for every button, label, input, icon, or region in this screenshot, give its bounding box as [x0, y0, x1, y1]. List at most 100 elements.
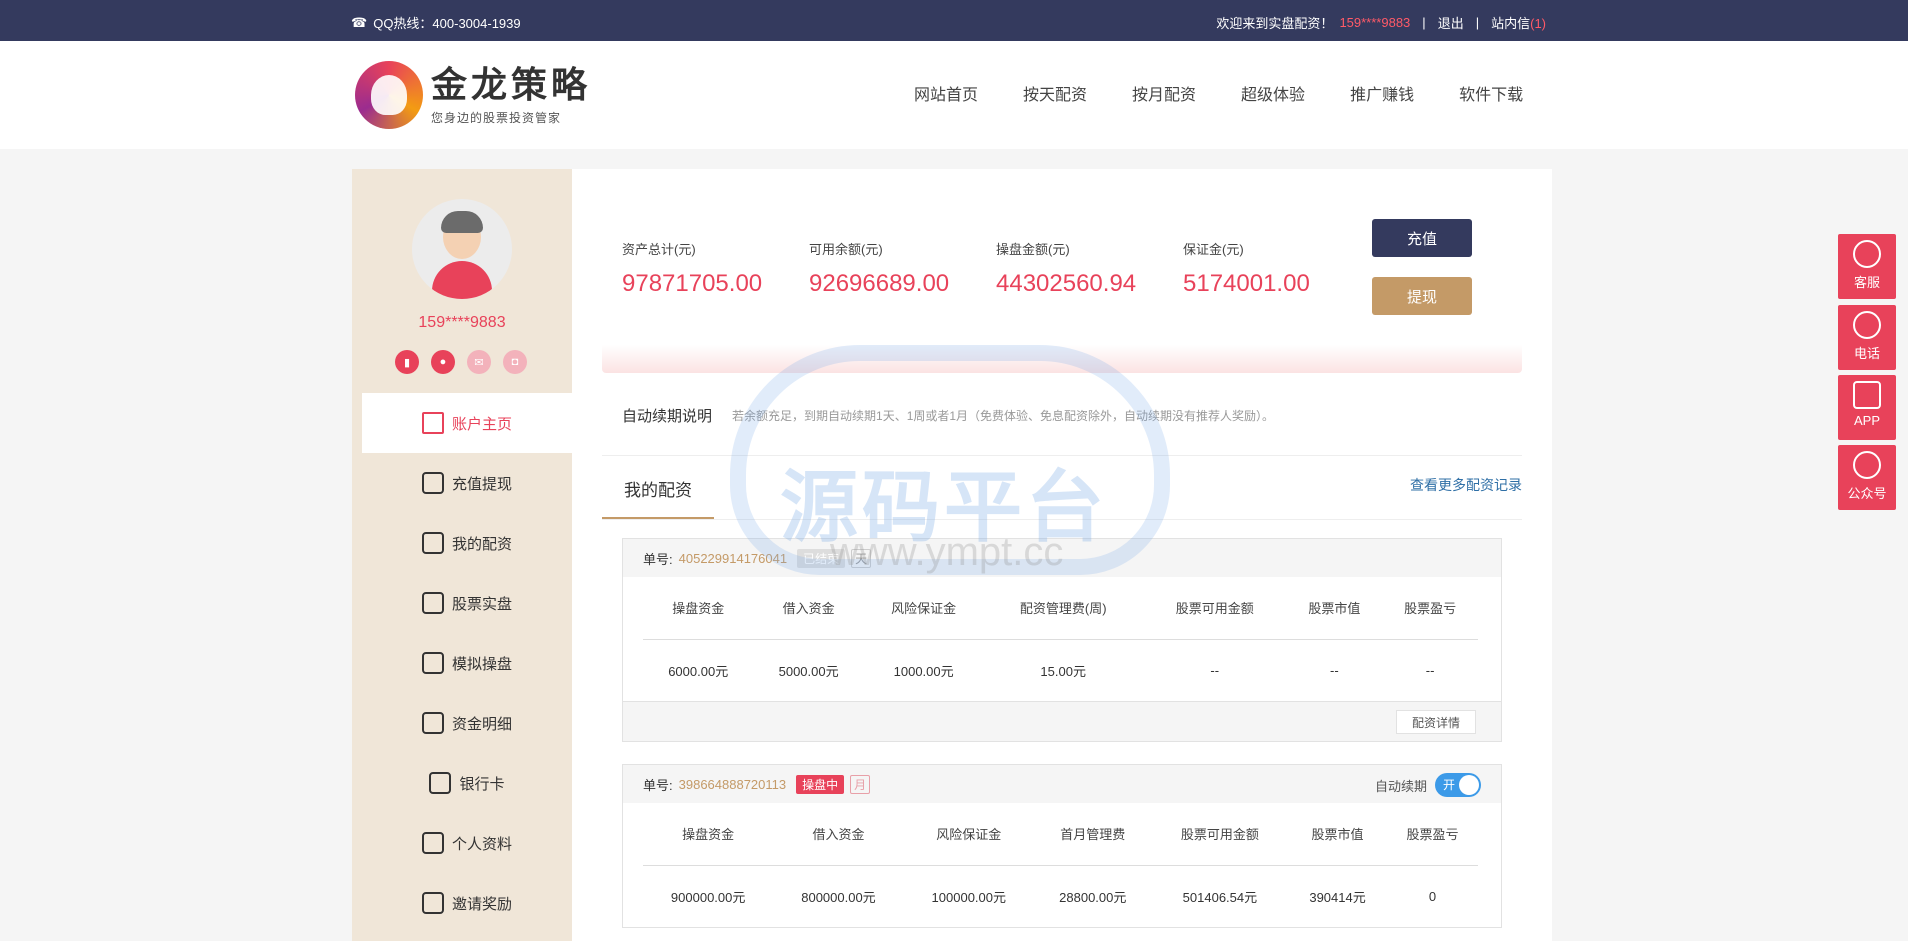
renew-title: 自动续期说明 — [622, 408, 713, 425]
sidebar-item-stock-live[interactable]: 股票实盘 — [362, 573, 572, 633]
order-number: 398664888720113 — [678, 776, 787, 792]
hotline-text: QQ热线：400-3004-1939 — [373, 16, 521, 31]
invite-icon — [421, 892, 444, 914]
table-header: 股票可用金额 — [1142, 577, 1287, 640]
nav-monthly[interactable]: 按月配资 — [1132, 81, 1196, 105]
logo-subtitle: 您身边的股票投资管家 — [431, 110, 562, 125]
chart-icon — [421, 532, 444, 554]
divider: | — [1422, 15, 1426, 30]
stat-margin: 保证金(元) 5174001.00 — [1183, 242, 1310, 297]
table-header: 股票市值 — [1288, 803, 1387, 866]
sidebar-item-my-funding[interactable]: 我的配资 — [362, 513, 572, 573]
auto-renew-note: 自动续期说明 若余额充足，到期自动续期1天、1周或者1月（免费体验、免息配资除外… — [622, 405, 1274, 426]
email-icon[interactable]: ✉ — [467, 350, 491, 374]
home-icon — [421, 412, 444, 434]
order-header: 单号: 398664888720113 操盘中 月 自动续期 开 — [623, 765, 1501, 803]
inbox-label: 站内信 — [1491, 16, 1531, 31]
table-header: 股票可用金额 — [1151, 803, 1289, 866]
identity-verified-icon[interactable]: ● — [431, 350, 455, 374]
float-app[interactable]: APP — [1838, 375, 1896, 440]
divider — [602, 455, 1522, 456]
logo[interactable]: 金龙策略 您身边的股票投资管家 — [355, 61, 591, 129]
divider: | — [1475, 15, 1480, 30]
top-bar: ☎ QQ热线：400-3004-1939 欢迎来到实盘配资！ 159****98… — [0, 0, 1908, 41]
welcome-text: 欢迎来到实盘配资！ — [1216, 16, 1334, 31]
lock-icon[interactable]: ◘ — [503, 350, 527, 374]
sidebar-item-bank-card[interactable]: 银行卡 — [362, 753, 572, 813]
table-header: 首月管理费 — [1033, 803, 1152, 866]
table-header: 操盘资金 — [643, 577, 754, 640]
renew-desc: 若余额充足，到期自动续期1天、1周或者1月（免费体验、免息配资除外，自动续期没有… — [732, 409, 1275, 423]
table-header: 借入资金 — [773, 803, 904, 866]
auto-renew-label: 自动续期 — [1374, 778, 1427, 794]
account-stats: 资产总计(元) 97871705.00 可用余额(元) 92696689.00 操盘… — [622, 239, 1370, 298]
mobile-verified-icon[interactable]: ▮ — [395, 350, 419, 374]
order-card: 单号: 405229914176041 已结束 天 操盘资金 借入资金 风险保证… — [622, 538, 1502, 742]
sidebar-item-account[interactable]: 账户主页 — [362, 393, 572, 453]
dragon-logo-icon — [355, 61, 423, 129]
sidebar-item-simulation[interactable]: 模拟操盘 — [362, 633, 572, 693]
recharge-button[interactable]: 充值 — [1372, 219, 1472, 257]
nav-download[interactable]: 软件下载 — [1459, 81, 1523, 105]
user-phone[interactable]: 159****9883 — [1339, 15, 1410, 30]
logout-link[interactable]: 退出 — [1438, 13, 1464, 32]
period-badge: 月 — [850, 774, 871, 794]
status-badge: 操盘中 — [796, 774, 845, 794]
sidebar-item-funds-detail[interactable]: 资金明细 — [362, 693, 572, 753]
more-records-link[interactable]: 查看更多配资记录 — [1410, 475, 1522, 495]
nav-daily[interactable]: 按天配资 — [1023, 81, 1087, 105]
float-customer-service[interactable]: 客服 — [1838, 234, 1896, 299]
float-wechat[interactable]: 公众号 — [1838, 445, 1896, 510]
stat-total-assets: 资产总计(元) 97871705.00 — [622, 242, 763, 297]
sidebar-item-profile[interactable]: 个人资料 — [362, 813, 572, 873]
headset-icon — [1853, 240, 1881, 268]
phone-call-icon — [1853, 311, 1881, 339]
sidebar: 159****9883 ▮ ● ✉ ◘ 账户主页 充值提现 我的配资 股票实盘 … — [352, 169, 572, 941]
table-header: 股票市值 — [1286, 577, 1383, 640]
avatar — [412, 199, 512, 299]
auto-renew-toggle[interactable]: 开 — [1435, 773, 1481, 797]
period-badge: 天 — [851, 548, 872, 568]
logo-title: 金龙策略 — [431, 63, 592, 106]
inbox-count: (1) — [1530, 16, 1546, 31]
divider — [602, 519, 1522, 520]
table-header: 配资管理费(周) — [983, 577, 1143, 640]
order-card: 单号: 398664888720113 操盘中 月 自动续期 开 操盘资金 借入… — [622, 764, 1502, 928]
main-nav: 网站首页 按天配资 按月配资 超级体验 推广赚钱 软件下载 — [914, 81, 1523, 105]
table-header: 股票盈亏 — [1382, 577, 1478, 640]
stat-trading-amount: 操盘金额(元) 44302560.94 — [996, 242, 1137, 297]
table-row: 900000.00元 800000.00元 100000.00元 28800.0… — [670, 888, 1437, 905]
stat-available: 可用余额(元) 92696689.00 — [809, 242, 950, 297]
sidebar-item-recharge[interactable]: 充值提现 — [362, 453, 572, 513]
float-phone[interactable]: 电话 — [1838, 305, 1896, 370]
inbox-link[interactable]: 站内信(1) — [1491, 13, 1546, 32]
sidebar-item-invite[interactable]: 邀请奖励 — [362, 873, 572, 933]
order-number: 405229914176041 — [678, 550, 788, 566]
user-icon — [421, 832, 444, 854]
table-header: 风险保证金 — [863, 577, 984, 640]
main-content: 资产总计(元) 97871705.00 可用余额(元) 92696689.00 操盘… — [572, 169, 1552, 941]
nav-promote[interactable]: 推广赚钱 — [1350, 81, 1414, 105]
nav-experience[interactable]: 超级体验 — [1241, 81, 1305, 105]
withdraw-button[interactable]: 提现 — [1372, 277, 1472, 315]
sidebar-menu: 账户主页 充值提现 我的配资 股票实盘 模拟操盘 资金明细 银行卡 个人资料 邀… — [362, 393, 572, 933]
order-header: 单号: 405229914176041 已结束 天 — [623, 539, 1501, 577]
funding-detail-button[interactable]: 配资详情 — [1396, 710, 1476, 734]
table-header: 借入资金 — [753, 577, 864, 640]
table-header: 操盘资金 — [643, 803, 774, 866]
sidebar-phone: 159****9883 — [418, 314, 506, 331]
table-header: 股票盈亏 — [1386, 803, 1478, 866]
status-badge: 已结束 — [797, 548, 846, 568]
wechat-icon — [1853, 451, 1881, 479]
wallet-icon — [421, 472, 444, 494]
decorative-wave — [602, 345, 1522, 373]
header: 金龙策略 您身边的股票投资管家 网站首页 按天配资 按月配资 超级体验 推广赚钱… — [0, 41, 1908, 149]
table-row: 6000.00元 5000.00元 1000.00元 15.00元 -- -- … — [668, 662, 1435, 679]
auto-renew: 自动续期 开 — [1375, 773, 1481, 797]
ledger-icon — [421, 712, 444, 734]
order-table: 操盘资金 借入资金 风险保证金 首月管理费 股票可用金额 股票市值 股票盈亏 9… — [643, 803, 1478, 927]
phone-icon: ☎ — [351, 14, 368, 30]
trend-icon — [421, 652, 444, 674]
nav-home[interactable]: 网站首页 — [914, 81, 978, 105]
tab-my-funding[interactable]: 我的配资 — [602, 473, 714, 519]
